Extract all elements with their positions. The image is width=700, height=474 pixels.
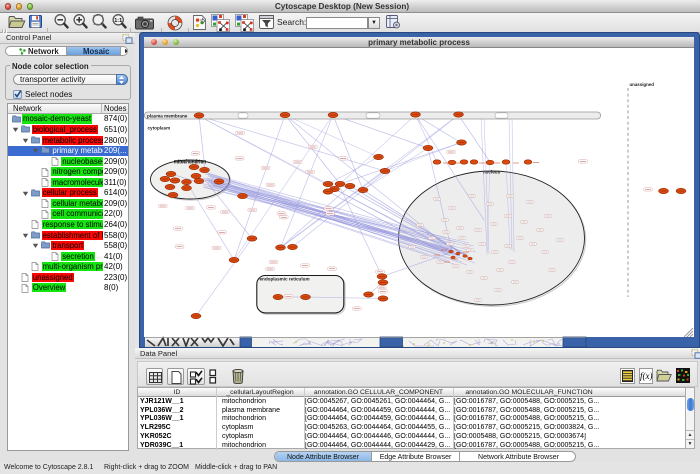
svg-text:mitochondrion: mitochondrion: [174, 158, 206, 163]
svg-text:plasma membrane: plasma membrane: [147, 114, 188, 119]
svg-text:unassigned: unassigned: [630, 82, 655, 87]
svg-text:cytoplasm: cytoplasm: [148, 126, 171, 131]
svg-text:1:1: 1:1: [114, 18, 122, 24]
svg-text:endoplasmic reticulum: endoplasmic reticulum: [260, 277, 310, 282]
svg-text:nucleus: nucleus: [483, 170, 501, 175]
